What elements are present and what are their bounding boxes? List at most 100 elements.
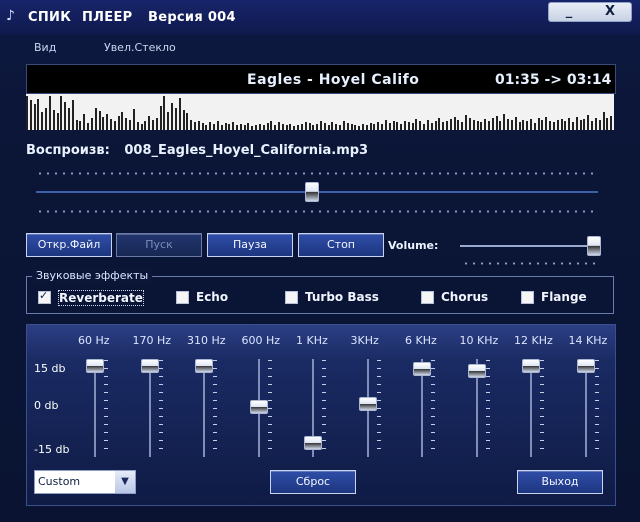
spectrum-bar (549, 121, 552, 130)
chorus-checkbox[interactable] (421, 291, 434, 304)
minimize-button[interactable]: _ (549, 3, 589, 21)
spectrum-bar (369, 123, 372, 130)
spectrum-bar (530, 119, 532, 130)
reverberate-checkbox[interactable] (38, 289, 51, 304)
eq-slider-knob[interactable] (576, 359, 595, 373)
db-label-zero: 0 db (34, 399, 59, 412)
eq-frequency-label: 170 Hz (132, 334, 172, 347)
spectrum-bar (228, 124, 231, 130)
open-file-button[interactable]: Откр.Файл (26, 233, 112, 257)
spectrum-bar (346, 123, 349, 130)
title-bar[interactable]: ♪ СПИК ПЛЕЕР Версия 004 _ X (0, 0, 640, 34)
spectrum-bar (591, 121, 594, 130)
spectrum-bar (476, 121, 479, 130)
spectrum-bar (415, 119, 418, 130)
spectrum-bar (26, 96, 28, 130)
spectrum-bar (327, 125, 330, 130)
eq-slider-track[interactable] (584, 359, 587, 457)
spectrum-bar (178, 98, 181, 130)
spectrum-bar (579, 120, 582, 130)
close-button[interactable]: X (590, 3, 630, 21)
flange-label[interactable]: Flange (541, 290, 587, 304)
spectrum-bar (556, 120, 559, 130)
reset-button[interactable]: Сброс (270, 470, 356, 494)
spectrum-bar (537, 118, 540, 130)
seek-ticks-top (36, 172, 598, 175)
chevron-down-icon[interactable]: ▼ (115, 471, 135, 493)
spectrum-bar (83, 114, 86, 130)
spectrum-bar (606, 118, 609, 130)
spectrum-bar (468, 118, 471, 130)
spectrum-bar (583, 119, 586, 130)
eq-frequency-label: 6 KHz (405, 334, 437, 347)
preset-select[interactable]: Custom ▼ (34, 470, 136, 494)
menu-magnifier[interactable]: Увел.Стекло (104, 41, 176, 54)
spectrum-bar (121, 112, 124, 130)
player-window: ♪ СПИК ПЛЕЕР Версия 004 _ X Вид Увел.Сте… (0, 0, 640, 522)
eq-slider-knob[interactable] (249, 400, 268, 415)
volume-knob[interactable] (587, 236, 602, 256)
spectrum-bar (209, 122, 212, 130)
echo-checkbox[interactable] (176, 291, 189, 304)
eq-slider-knob[interactable] (358, 396, 377, 411)
menu-view[interactable]: Вид (34, 41, 56, 54)
eq-slider-knob[interactable] (86, 359, 104, 373)
spectrum-bar (163, 96, 166, 130)
spectrum-bar (377, 122, 380, 130)
spectrum-bar (507, 119, 510, 130)
spectrum-bar (201, 123, 204, 130)
chorus-label[interactable]: Chorus (441, 290, 488, 304)
spectrum-bar (495, 116, 498, 130)
turbo-bass-label[interactable]: Turbo Bass (305, 290, 379, 304)
eq-slider-track[interactable] (203, 359, 205, 457)
spectrum-bar (144, 121, 147, 130)
spectrum-bar (316, 124, 319, 130)
spectrum-bar (564, 121, 567, 130)
spectrum-bar (426, 120, 429, 130)
spectrum-bar (125, 118, 128, 130)
music-note-icon: ♪ (6, 8, 15, 24)
eq-slider-knob[interactable] (467, 364, 486, 379)
turbo-bass-checkbox[interactable] (285, 291, 298, 304)
play-button[interactable]: Пуск (116, 233, 202, 257)
spectrum-bar (312, 125, 315, 130)
version-title: Версия 004 (148, 10, 236, 25)
spectrum-bar (68, 108, 70, 130)
eq-slider-knob[interactable] (413, 361, 431, 376)
eq-slider-track[interactable] (148, 359, 151, 457)
eq-slider-knob[interactable] (522, 359, 540, 373)
spectrum-bar (255, 125, 258, 130)
eq-slider-ticks (431, 360, 435, 456)
stop-button[interactable]: Стоп (298, 233, 384, 257)
spectrum-bar (304, 122, 307, 130)
echo-label[interactable]: Echo (196, 290, 228, 304)
eq-slider-ticks (594, 360, 599, 456)
eq-slider-knob[interactable] (140, 359, 159, 373)
now-playing-label: Воспроизв: (26, 143, 110, 158)
spectrum-bar (541, 120, 544, 130)
spectrum-bar (491, 118, 494, 130)
pause-button[interactable]: Пауза (207, 233, 293, 257)
spectrum-bar (438, 118, 441, 130)
spectrum-bar (350, 124, 353, 130)
spectrum-bar (365, 125, 368, 130)
exit-button[interactable]: Выход (517, 470, 603, 494)
spectrum-bar (297, 125, 300, 130)
eq-slider-track[interactable] (530, 359, 532, 457)
eq-slider-knob[interactable] (304, 436, 322, 451)
player-title: ПЛЕЕР (82, 10, 133, 25)
eq-slider-knob[interactable] (195, 359, 213, 373)
reverberate-label[interactable]: Reverberate (58, 290, 144, 306)
spectrum-bar (75, 120, 78, 130)
eq-slider-track[interactable] (94, 359, 96, 457)
db-label-low: -15 db (34, 443, 70, 456)
flange-checkbox[interactable] (521, 291, 534, 304)
eq-slider-ticks (213, 360, 217, 456)
spectrum-bar (98, 111, 101, 130)
spectrum-bar (232, 122, 235, 130)
spectrum-bar (167, 112, 170, 130)
spectrum-bar (598, 120, 601, 130)
volume-track[interactable] (460, 245, 600, 247)
seek-knob[interactable] (305, 182, 320, 202)
eq-slider-ticks (485, 360, 490, 456)
